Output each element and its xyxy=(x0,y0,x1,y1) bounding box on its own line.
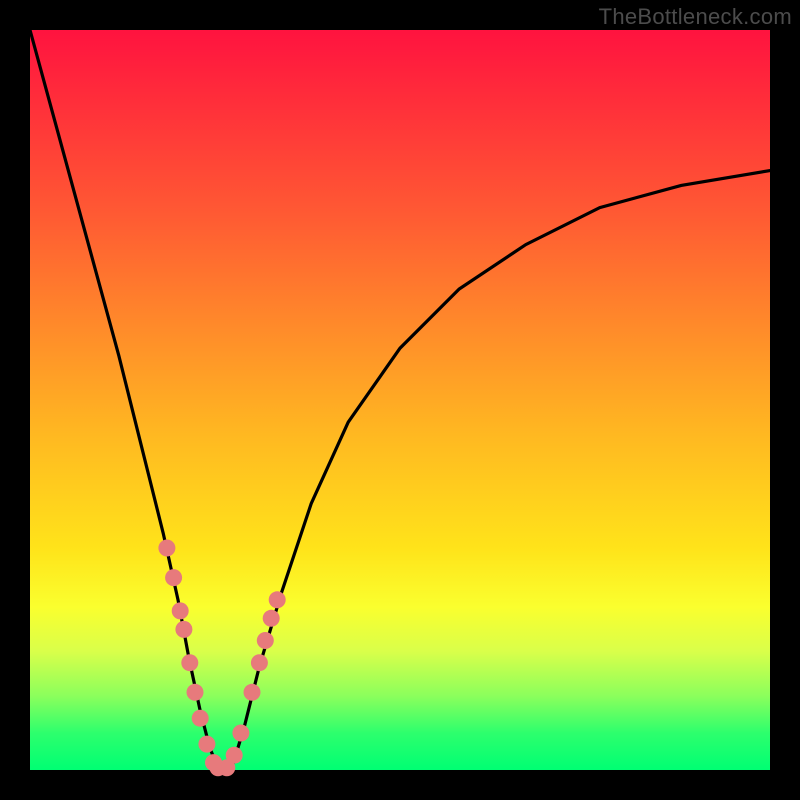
highlight-dot xyxy=(187,684,204,701)
bottleneck-curve xyxy=(30,30,770,770)
highlight-dot xyxy=(226,747,243,764)
highlight-dots xyxy=(158,540,285,777)
highlight-dot xyxy=(232,725,249,742)
highlight-dot xyxy=(172,602,189,619)
highlight-dot xyxy=(192,710,209,727)
chart-frame: TheBottleneck.com xyxy=(0,0,800,800)
highlight-dot xyxy=(198,736,215,753)
highlight-dot xyxy=(244,684,261,701)
highlight-dot xyxy=(257,632,274,649)
chart-svg xyxy=(30,30,770,770)
highlight-dot xyxy=(251,654,268,671)
highlight-dot xyxy=(158,540,175,557)
plot-area xyxy=(30,30,770,770)
highlight-dot xyxy=(263,610,280,627)
highlight-dot xyxy=(181,654,198,671)
highlight-dot xyxy=(175,621,192,638)
watermark-text: TheBottleneck.com xyxy=(599,4,792,30)
highlight-dot xyxy=(269,591,286,608)
highlight-dot xyxy=(165,569,182,586)
